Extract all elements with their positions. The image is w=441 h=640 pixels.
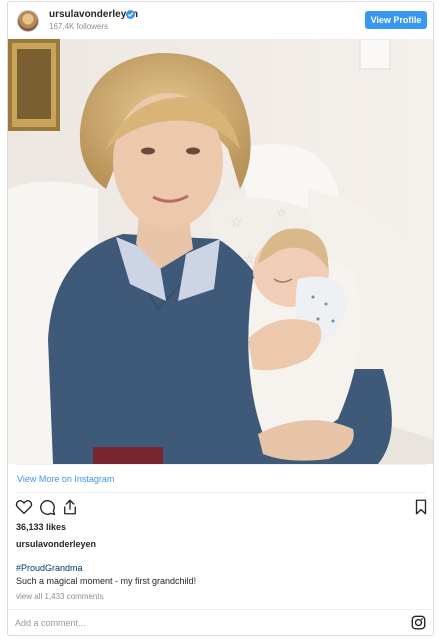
svg-text:☆: ☆ bbox=[276, 206, 287, 220]
view-all-comments-link[interactable]: view all 1,433 comments bbox=[16, 592, 104, 601]
bookmark-icon[interactable] bbox=[412, 498, 430, 516]
comment-section bbox=[8, 609, 433, 635]
verified-badge-icon bbox=[126, 10, 135, 19]
instagram-embed-card: ursulavonderleyen 167.4K followers View … bbox=[7, 1, 434, 636]
divider bbox=[17, 464, 426, 465]
svg-text:☆: ☆ bbox=[230, 215, 243, 231]
view-more-link[interactable]: View More on Instagram bbox=[17, 474, 114, 484]
divider bbox=[17, 492, 426, 493]
post-photo[interactable]: ☆ ☆ ☆ bbox=[8, 39, 433, 464]
instagram-icon[interactable] bbox=[411, 615, 426, 630]
hashtag-link[interactable]: #ProudGrandma bbox=[16, 563, 83, 573]
post-image: ☆ ☆ ☆ bbox=[8, 39, 433, 464]
avatar[interactable] bbox=[17, 10, 39, 32]
share-icon[interactable] bbox=[61, 498, 79, 516]
follower-count: 167.4K followers bbox=[49, 22, 109, 31]
caption-text: Such a magical moment - my first grandch… bbox=[16, 576, 197, 586]
heart-icon[interactable] bbox=[15, 498, 33, 516]
comment-icon[interactable] bbox=[38, 498, 56, 516]
post-header: ursulavonderleyen 167.4K followers View … bbox=[8, 2, 433, 39]
caption-username[interactable]: ursulavonderleyen bbox=[16, 539, 96, 549]
like-count[interactable]: 36,133 likes bbox=[16, 522, 66, 532]
view-profile-button[interactable]: View Profile bbox=[365, 11, 427, 29]
username[interactable]: ursulavonderleyen bbox=[49, 9, 138, 20]
comment-input[interactable] bbox=[15, 615, 395, 631]
